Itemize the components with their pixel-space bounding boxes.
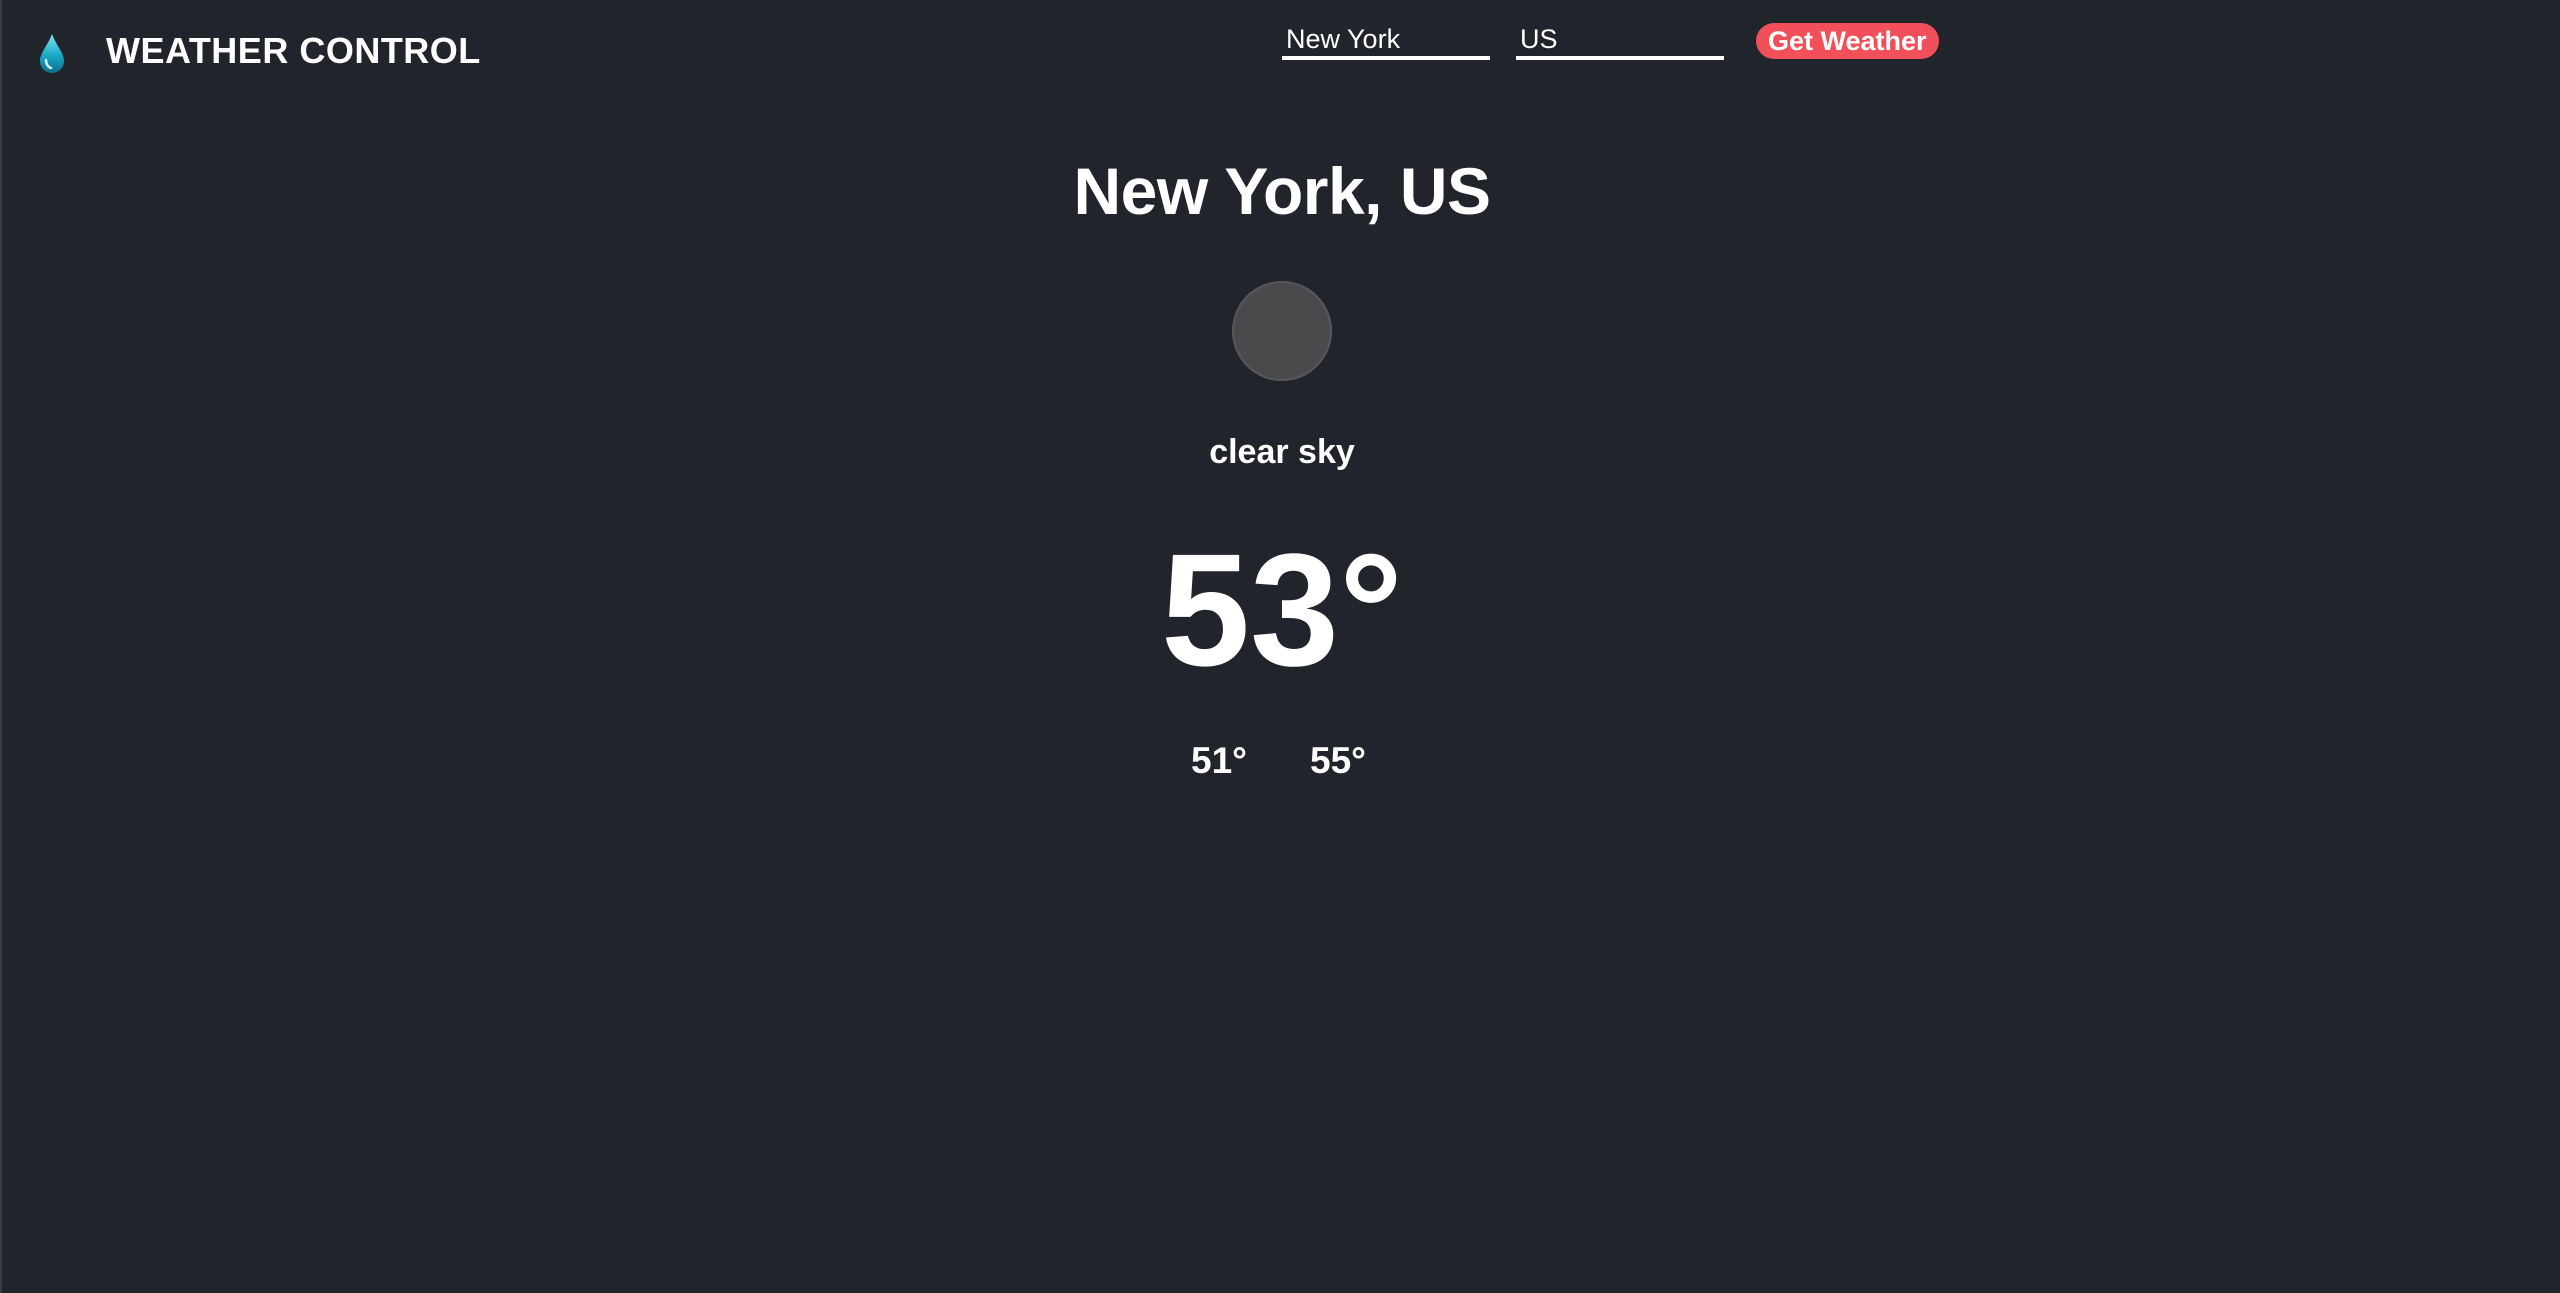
weather-icon: [1232, 281, 1332, 381]
current-temperature: 53°: [1161, 520, 1403, 699]
min-temperature: 51°: [1191, 740, 1247, 781]
brand-title: WEATHER CONTROL: [106, 30, 481, 71]
weather-condition: clear sky: [1209, 433, 1355, 471]
weather-app: WEATHER CONTROL Get Weather New York, US…: [0, 0, 2560, 1293]
country-input[interactable]: [1516, 22, 1724, 60]
city-input[interactable]: [1282, 22, 1490, 60]
weather-icon-container: [1232, 281, 1332, 381]
location-title: New York, US: [1073, 154, 1491, 228]
get-weather-button[interactable]: Get Weather: [1756, 23, 1939, 59]
water-drop-icon: [40, 34, 64, 73]
max-temperature: 55°: [1310, 740, 1366, 781]
